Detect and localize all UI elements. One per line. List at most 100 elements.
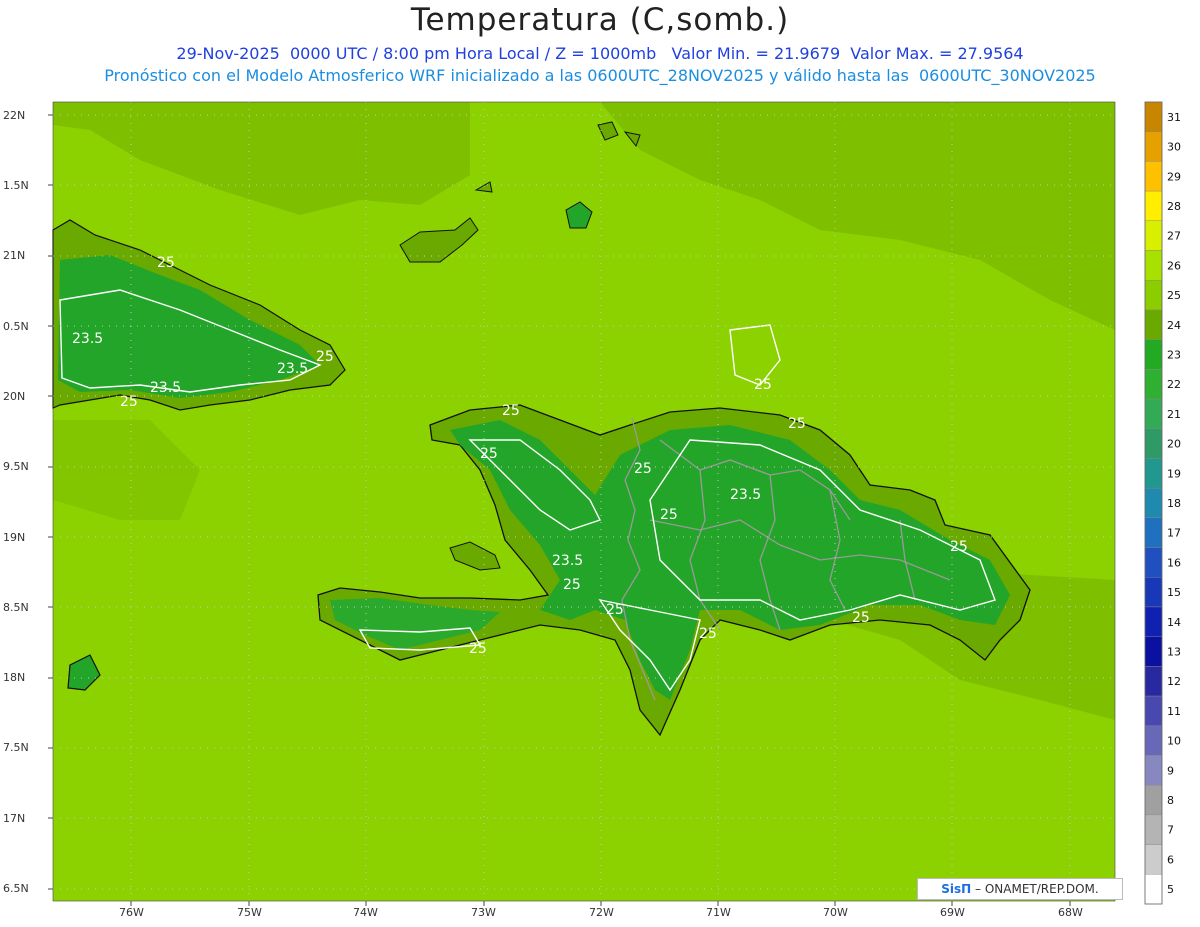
colorbar-swatch: [1144, 398, 1163, 429]
lon-tick: 72W: [589, 906, 614, 919]
credit-box: SisΠ – ONAMET/REP.DOM.: [917, 878, 1123, 900]
colorbar-swatch: [1144, 458, 1163, 489]
contour-label: 23.5: [552, 553, 583, 569]
lon-tick: 76W: [119, 906, 144, 919]
credit-text: – ONAMET/REP.DOM.: [971, 882, 1099, 896]
contour-label: 25: [788, 416, 806, 432]
colorbar-label: 22: [1167, 378, 1181, 391]
lon-tick: 75W: [237, 906, 262, 919]
credit-brand: SisΠ: [941, 882, 972, 896]
lat-tick: 1.5N: [3, 179, 29, 192]
colorbar-label: 6: [1167, 853, 1174, 866]
lat-tick: 7.5N: [3, 741, 29, 754]
colorbar-label: 23: [1167, 348, 1181, 361]
lat-tick: 6.5N: [3, 882, 29, 895]
colorbar-label: 25: [1167, 289, 1181, 302]
colorbar-label: 24: [1167, 319, 1181, 332]
colorbar-swatch: [1144, 784, 1163, 816]
colorbar-swatch: [1144, 577, 1163, 608]
colorbar-swatch: [1144, 755, 1163, 786]
contour-label: 23.5: [277, 361, 308, 377]
colorbar-label: 14: [1167, 616, 1181, 629]
colorbar-swatch: [1144, 161, 1163, 192]
contour-label: 25: [950, 539, 968, 555]
lon-tick: 69W: [940, 906, 965, 919]
colorbar-swatch: [1144, 190, 1163, 222]
lat-tick: 8.5N: [3, 601, 29, 614]
colorbar-label: 26: [1167, 259, 1181, 272]
lon-tick: 70W: [823, 906, 848, 919]
lat-tick: 19N: [3, 531, 25, 544]
contour-label: 25: [480, 446, 498, 462]
lat-tick: 9.5N: [3, 460, 29, 473]
colorbar-label: 11: [1167, 705, 1181, 718]
lat-tick: 0.5N: [3, 320, 29, 333]
contour-label: 23.5: [72, 331, 103, 347]
colorbar-swatch: [1144, 220, 1163, 251]
contour-label: 25: [660, 507, 678, 523]
colorbar-swatch: [1144, 874, 1163, 905]
colorbar-label: 16: [1167, 556, 1181, 569]
contour-label: 23.5: [730, 487, 761, 503]
longitude-axis: 76W 75W 74W 73W 72W 71W 70W 69W 68W: [119, 906, 1083, 919]
colorbar-swatch: [1144, 844, 1163, 875]
colorbar-label: 13: [1167, 646, 1181, 659]
colorbar-swatch: [1144, 487, 1163, 519]
colorbar-label: 21: [1167, 408, 1181, 421]
lon-tick: 73W: [471, 906, 496, 919]
lat-tick: 18N: [3, 671, 25, 684]
colorbar-swatch: [1144, 428, 1163, 459]
colorbar: 31 30 29 28 27 26 25 24 23 22 21 20 19 18 17 16 15 14 13 12…: [1144, 101, 1181, 905]
lat-tick: 17N: [3, 812, 25, 825]
colorbar-label: 7: [1167, 824, 1174, 837]
colorbar-swatch: [1144, 131, 1163, 162]
colorbar-label: 19: [1167, 467, 1181, 480]
colorbar-label: 10: [1167, 735, 1181, 748]
colorbar-label: 31: [1167, 111, 1181, 124]
colorbar-swatch: [1144, 547, 1163, 578]
contour-label: 25: [699, 626, 717, 642]
colorbar-label: 12: [1167, 675, 1181, 688]
contour-label: 23.5: [150, 380, 181, 396]
contour-label: 25: [502, 403, 520, 419]
colorbar-swatch: [1144, 517, 1163, 548]
contour-label: 25: [120, 394, 138, 410]
contour-label: 25: [469, 641, 487, 657]
contour-label: 25: [754, 377, 772, 393]
lat-tick: 20N: [3, 390, 25, 403]
colorbar-label: 28: [1167, 200, 1181, 213]
colorbar-swatch: [1144, 725, 1163, 756]
colorbar-label: 9: [1167, 764, 1174, 777]
colorbar-label: 29: [1167, 170, 1181, 183]
colorbar-swatch: [1144, 101, 1163, 132]
colorbar-label: 18: [1167, 497, 1181, 510]
lat-tick: 22N: [3, 109, 25, 122]
contour-label: 25: [606, 602, 624, 618]
colorbar-label: 17: [1167, 527, 1181, 540]
contour-label: 25: [563, 577, 581, 593]
colorbar-label: 5: [1167, 883, 1174, 896]
lon-tick: 71W: [706, 906, 731, 919]
contour-label: 25: [316, 349, 334, 365]
colorbar-swatch: [1144, 814, 1163, 845]
colorbar-label: 20: [1167, 438, 1181, 451]
colorbar-swatch: [1144, 280, 1163, 311]
colorbar-label: 30: [1167, 141, 1181, 154]
colorbar-swatch: [1144, 695, 1163, 726]
colorbar-swatch: [1144, 369, 1163, 400]
contour-label: 25: [634, 461, 652, 477]
colorbar-swatch: [1144, 666, 1163, 697]
colorbar-swatch: [1144, 606, 1163, 637]
lat-tick: 21N: [3, 249, 25, 262]
lon-tick: 74W: [353, 906, 378, 919]
colorbar-label: 27: [1167, 230, 1181, 243]
colorbar-swatch: [1144, 309, 1163, 340]
lon-tick: 68W: [1058, 906, 1083, 919]
colorbar-label: 8: [1167, 794, 1174, 807]
colorbar-label: 15: [1167, 586, 1181, 599]
latitude-axis: 22N 1.5N 21N 0.5N 20N 9.5N 19N 8.5N 18N …: [3, 109, 29, 895]
contour-label: 25: [157, 255, 175, 271]
colorbar-swatch: [1144, 339, 1163, 370]
contour-label: 25: [852, 610, 870, 626]
temperature-map: 22N 1.5N 21N 0.5N 20N 9.5N 19N 8.5N 18N …: [3, 101, 1181, 919]
